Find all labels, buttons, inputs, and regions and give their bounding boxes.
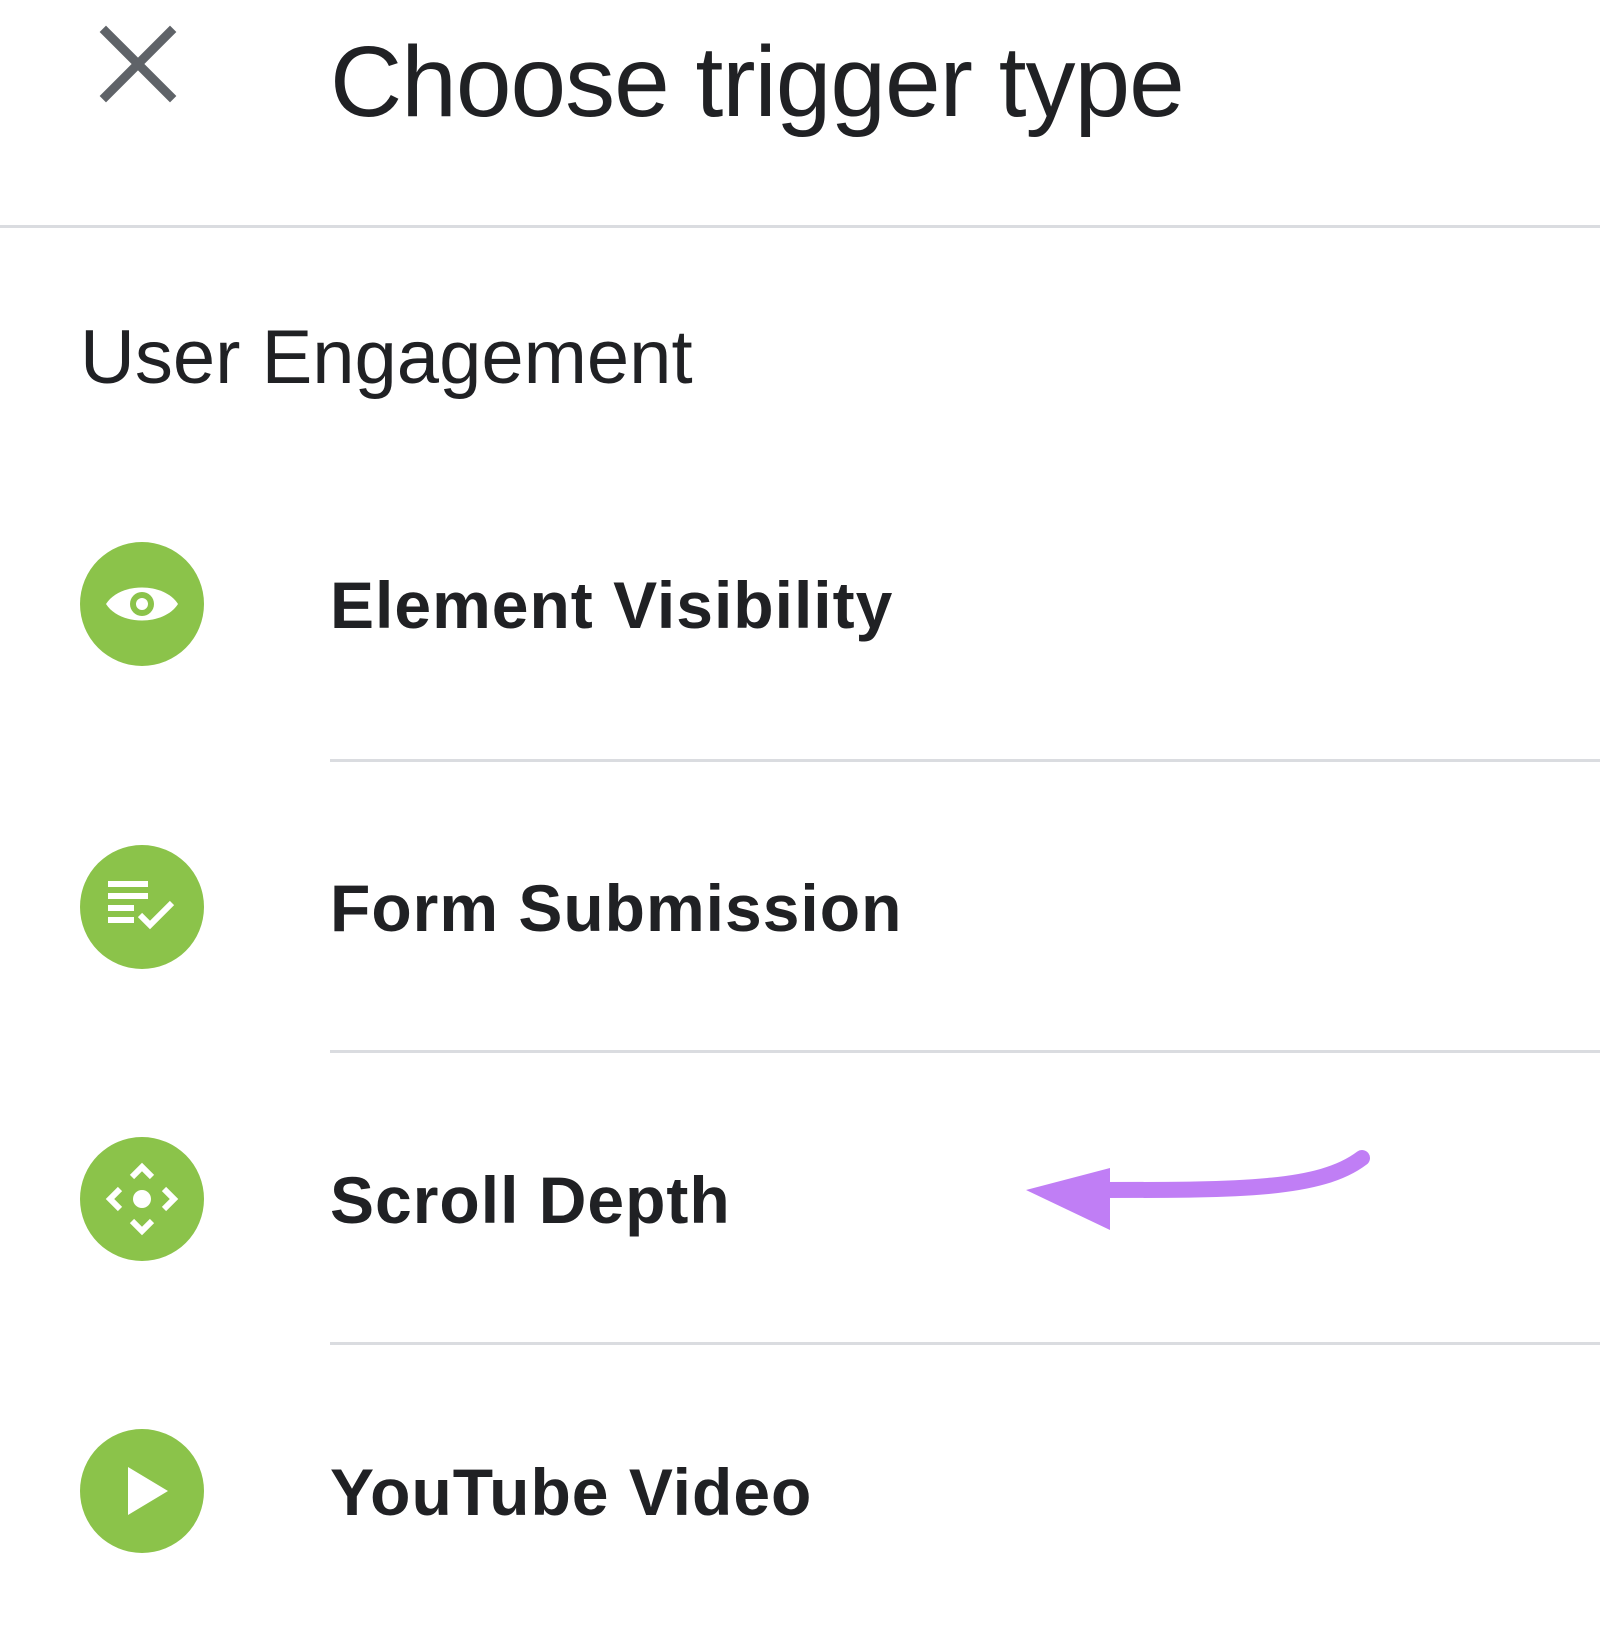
trigger-type-element-visibility[interactable]: Element Visibility: [0, 470, 1600, 760]
youtube-video-icon-circle: [80, 1429, 204, 1553]
annotation-arrow-icon: [1026, 1150, 1370, 1230]
trigger-label: Element Visibility: [330, 568, 894, 642]
trigger-type-form-submission[interactable]: Form Submission: [0, 762, 1600, 1052]
dialog-title: Choose trigger type: [330, 26, 1185, 138]
trigger-label: Form Submission: [330, 871, 903, 945]
trigger-label: Scroll Depth: [330, 1163, 731, 1237]
section-title-user-engagement: User Engagement: [80, 315, 693, 400]
scroll-arrows-icon: [105, 1162, 179, 1236]
form-submission-icon-circle: [80, 845, 204, 969]
close-icon: [99, 25, 177, 103]
play-icon: [128, 1467, 168, 1515]
eye-icon: [106, 587, 178, 621]
close-button[interactable]: [96, 22, 180, 106]
element-visibility-icon-circle: [80, 542, 204, 666]
trigger-label: YouTube Video: [330, 1455, 813, 1529]
checklist-icon: [108, 881, 175, 930]
dialog-header: Choose trigger type: [0, 0, 1600, 228]
scroll-depth-icon-circle: [80, 1137, 204, 1261]
trigger-type-youtube-video[interactable]: YouTube Video: [0, 1345, 1600, 1635]
